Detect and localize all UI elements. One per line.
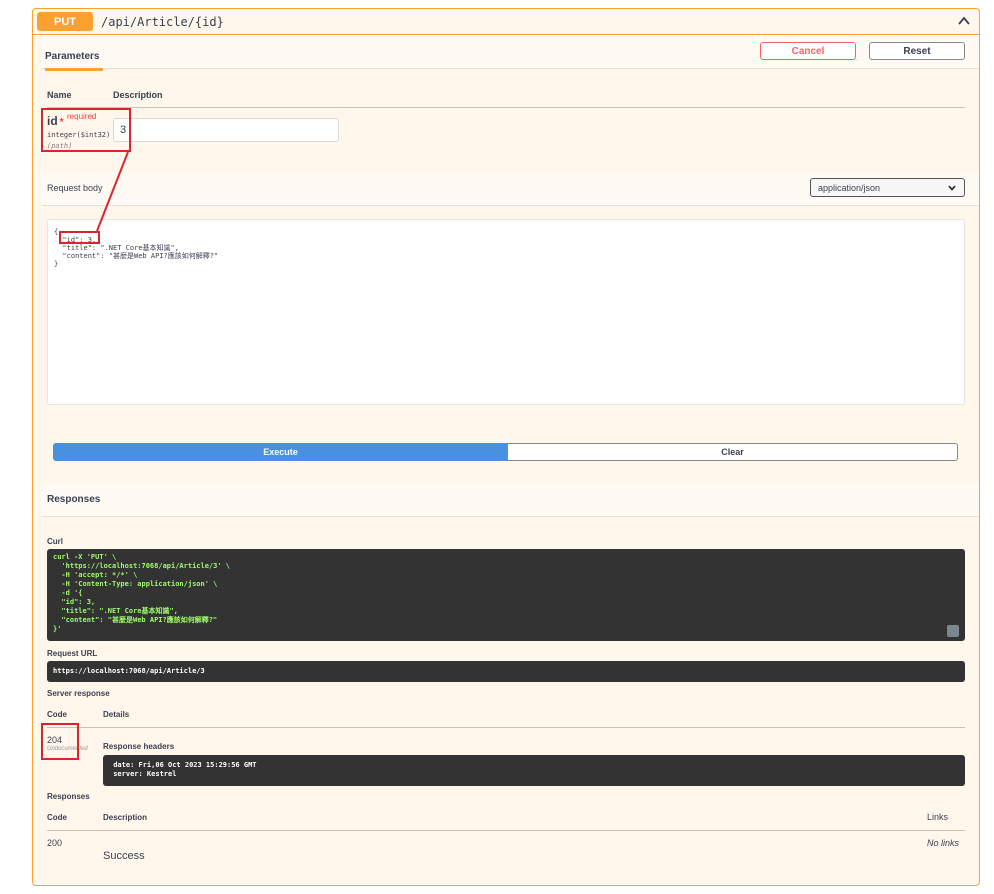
response-headers: date: Fri,06 Oct 2023 15:29:56 GMT serve… — [103, 755, 965, 786]
server-response-label: Server response — [47, 689, 110, 698]
clear-button[interactable]: Clear — [507, 443, 958, 461]
chevron-down-icon — [948, 185, 956, 191]
column-description-header: Description — [113, 90, 163, 100]
divider — [47, 727, 965, 728]
operation-block: PUT /api/Article/{id} Parameters Cancel … — [32, 8, 980, 886]
responses-links-header: Links — [927, 812, 949, 822]
chevron-up-icon[interactable] — [957, 14, 971, 28]
code-header: Code — [47, 710, 67, 719]
operation-path: /api/Article/{id} — [101, 14, 224, 29]
curl-text: curl -X 'PUT' \ 'https://localhost:7068/… — [53, 553, 231, 633]
column-name-header: Name — [47, 90, 72, 100]
connector-line — [96, 151, 129, 232]
required-star: * — [59, 117, 64, 128]
undocumented-label: Undocumented — [47, 746, 88, 752]
responses-title: Responses — [47, 494, 101, 505]
responses-description-header: Description — [103, 813, 148, 822]
execute-button[interactable]: Execute — [53, 443, 508, 461]
curl-label: Curl — [47, 537, 63, 546]
operation-header[interactable]: PUT /api/Article/{id} — [33, 9, 979, 35]
id-input[interactable] — [113, 118, 339, 142]
row-code: 200 — [47, 838, 63, 848]
request-body-editor[interactable]: { "id": 3, "title": ".NET Core基本知識", "co… — [47, 219, 965, 405]
param-type: integer($int32) — [47, 131, 111, 139]
param-name-text: id — [47, 114, 58, 128]
row-description: Success — [103, 850, 145, 862]
response-code: 204 — [47, 735, 63, 745]
responses-bar — [42, 483, 979, 517]
curl-command: curl -X 'PUT' \ 'https://localhost:7068/… — [47, 549, 965, 641]
content-type-value: application/json — [818, 182, 881, 193]
cancel-button[interactable]: Cancel — [760, 42, 856, 60]
response-headers-label: Response headers — [103, 742, 175, 751]
reset-button[interactable]: Reset — [869, 42, 965, 60]
method-badge: PUT — [37, 12, 93, 31]
request-url-label: Request URL — [47, 649, 98, 658]
copy-icon[interactable] — [947, 625, 959, 637]
content-type-select[interactable]: application/json — [810, 178, 965, 197]
required-label: required — [67, 112, 97, 121]
divider — [47, 107, 965, 108]
responses-code-header: Code — [47, 813, 67, 822]
request-url: https://localhost:7068/api/Article/3 — [47, 661, 965, 682]
param-location: (path) — [47, 142, 73, 150]
tab-parameters[interactable]: Parameters — [45, 51, 103, 71]
param-name: id * — [47, 114, 64, 128]
divider — [47, 830, 965, 831]
details-header: Details — [103, 710, 130, 719]
row-links: No links — [927, 838, 960, 848]
documented-responses-title: Responses — [47, 792, 90, 801]
